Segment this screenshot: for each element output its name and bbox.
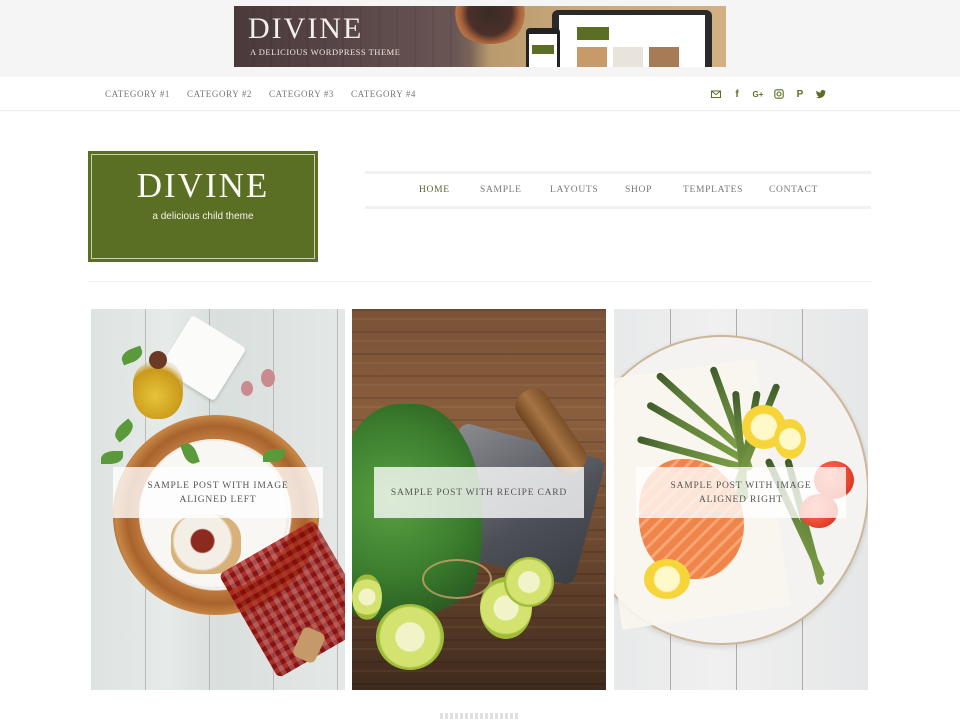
header-divider	[88, 281, 872, 282]
nav-item-contact[interactable]: CONTACT	[769, 185, 818, 195]
instagram-icon[interactable]	[772, 87, 786, 101]
banner-tagline: A DELICIOUS WORDPRESS THEME	[250, 47, 401, 57]
tablet-preview-image	[649, 47, 679, 67]
pinterest-icon[interactable]: P	[793, 87, 807, 101]
category-link-3[interactable]: CATEGORY #3	[269, 89, 334, 99]
category-link-2[interactable]: CATEGORY #2	[187, 89, 252, 99]
top-banner-area: DIVINE A DELICIOUS WORDPRESS THEME	[0, 0, 960, 77]
secondary-nav: CATEGORY #1 CATEGORY #2 CATEGORY #3 CATE…	[0, 77, 960, 111]
tablet-preview-logo	[577, 27, 609, 40]
nav-item-templates[interactable]: TEMPLATES	[683, 185, 743, 195]
post-title[interactable]: SAMPLE POST WITH IMAGE ALIGNED LEFT	[113, 467, 323, 518]
post-card-recipe-card[interactable]: SAMPLE POST WITH RECIPE CARD	[352, 309, 606, 690]
tablet-mockup	[552, 10, 712, 67]
post-card-image-aligned-left[interactable]: SAMPLE POST WITH IMAGE ALIGNED LEFT	[91, 309, 345, 690]
nav-item-home[interactable]: HOME	[419, 185, 450, 195]
main-nav: HOME SAMPLE LAYOUTS SHOP TEMPLATES CONTA…	[365, 171, 871, 209]
nav-item-sample[interactable]: SAMPLE	[480, 185, 522, 195]
phone-mockup	[526, 28, 560, 67]
google-plus-icon[interactable]: G+	[751, 87, 765, 101]
phone-preview-logo	[532, 45, 554, 54]
nav-item-shop[interactable]: SHOP	[625, 185, 652, 195]
email-icon[interactable]	[709, 87, 723, 101]
category-link-4[interactable]: CATEGORY #4	[351, 89, 416, 99]
garlic-image	[261, 369, 275, 387]
facebook-icon[interactable]: f	[730, 87, 744, 101]
site-tagline: a delicious child theme	[152, 211, 254, 222]
post-title[interactable]: SAMPLE POST WITH IMAGE ALIGNED RIGHT	[636, 467, 846, 518]
section-heading-cut-off	[440, 713, 520, 719]
lime-image	[376, 604, 444, 670]
site-title: DIVINE	[136, 166, 270, 205]
tablet-preview-image	[577, 47, 607, 67]
post-title[interactable]: SAMPLE POST WITH RECIPE CARD	[374, 467, 584, 518]
tablet-preview-image	[613, 47, 643, 67]
category-link-1[interactable]: CATEGORY #1	[105, 89, 170, 99]
theme-ad-banner[interactable]: DIVINE A DELICIOUS WORDPRESS THEME	[234, 6, 726, 67]
site-logo[interactable]: DIVINE a delicious child theme	[88, 151, 318, 262]
twitter-icon[interactable]	[814, 87, 828, 101]
olive-oil-image	[133, 361, 183, 419]
banner-title: DIVINE	[248, 12, 364, 45]
nav-item-layouts[interactable]: LAYOUTS	[550, 185, 598, 195]
bruschetta-image	[171, 514, 241, 574]
post-card-image-aligned-right[interactable]: SAMPLE POST WITH IMAGE ALIGNED RIGHT	[614, 309, 868, 690]
